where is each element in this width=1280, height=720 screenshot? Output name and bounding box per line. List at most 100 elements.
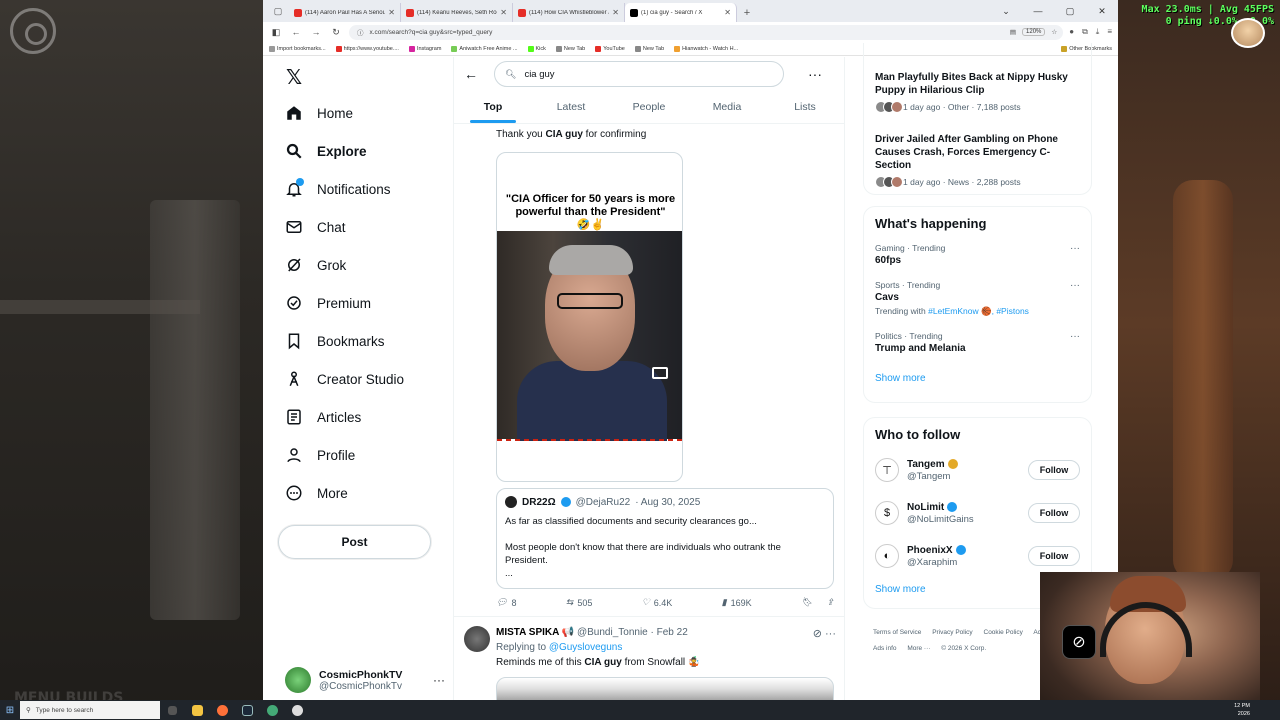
browser-tab-active[interactable]: (1) cia guy - Search / X ✕ — [625, 3, 737, 22]
nav-home[interactable]: Home — [285, 97, 353, 129]
reply-button[interactable]: 💬︎ 8 — [496, 597, 516, 608]
back-arrow-icon[interactable]: ← — [464, 66, 478, 82]
tweet-image[interactable] — [496, 677, 834, 702]
repost-icon: ⇆ — [565, 597, 574, 607]
x-logo-icon[interactable]: 𝕏 — [286, 65, 302, 89]
chrome-icon[interactable] — [260, 700, 285, 720]
views-button[interactable]: ▮ 169K — [722, 597, 752, 608]
tab-latest[interactable]: Latest — [532, 91, 610, 123]
bookmark-item[interactable]: Kick — [527, 45, 546, 52]
zoom-level[interactable]: 120% — [1022, 28, 1046, 36]
video-progress[interactable] — [497, 439, 682, 441]
follow-button[interactable]: Follow — [1028, 460, 1080, 480]
nav-explore[interactable]: Explore — [285, 135, 367, 167]
bookmark-item[interactable]: Hianwatch - Watch H... — [674, 45, 738, 52]
browser-tab[interactable]: (114) Keanu Reeves, Seth Rogen✕ — [401, 3, 513, 22]
maximize-button[interactable]: ▢ — [1054, 0, 1086, 22]
tweet-video[interactable]: "CIA Officer for 50 years is more powerf… — [496, 152, 683, 482]
nav-profile[interactable]: Profile — [285, 439, 355, 471]
close-window-button[interactable]: ✕ — [1086, 0, 1118, 22]
picture-in-picture-icon[interactable] — [652, 367, 668, 379]
follow-button[interactable]: Follow — [1028, 546, 1080, 566]
trend-more-icon[interactable]: ··· — [1070, 243, 1080, 254]
nav-premium[interactable]: Premium — [285, 287, 371, 319]
search-input[interactable]: 🔍︎ cia guy — [494, 61, 784, 87]
new-tab-button[interactable]: + — [737, 7, 757, 22]
nav-creator-studio[interactable]: Creator Studio — [285, 363, 404, 395]
extensions-icon[interactable]: ⧉ — [1082, 27, 1088, 37]
bookmark-icon[interactable]: 🔖︎ — [801, 597, 812, 608]
close-tab-icon[interactable]: ✕ — [500, 8, 507, 17]
minimize-button[interactable]: — — [1022, 0, 1054, 22]
tab-media[interactable]: Media — [688, 91, 766, 123]
follow-button[interactable]: Follow — [1028, 503, 1080, 523]
nav-bookmarks[interactable]: Bookmarks — [285, 325, 385, 357]
site-info-icon[interactable]: ⓘ — [357, 27, 364, 37]
address-bar[interactable]: ⓘ x.com/search?q=cia guy&src=typed_query… — [349, 24, 1064, 40]
nav-notifications[interactable]: Notifications — [285, 173, 391, 205]
bookmark-item[interactable]: https://www.youtube.... — [335, 45, 399, 52]
browser-tab[interactable]: (114) How CIA Whistleblower J ✕ — [513, 3, 625, 22]
nav-chat[interactable]: Chat — [285, 211, 346, 243]
download-icon[interactable]: ⤓ — [1096, 27, 1100, 37]
close-tab-icon[interactable]: ✕ — [388, 8, 395, 17]
browser-tab[interactable]: (114) Aaron Paul Has A Serious ✕ — [289, 3, 401, 22]
verified-icon — [947, 502, 958, 512]
obs-icon[interactable] — [285, 700, 310, 720]
search-options-icon[interactable]: ··· — [808, 66, 822, 82]
mention-link[interactable]: @Guysloveguns — [549, 642, 623, 653]
trend-item[interactable]: Sports · Trending Cavs Trending with #Le… — [875, 280, 1080, 317]
star-icon[interactable]: ☆ — [1051, 28, 1063, 36]
tab-actions-icon[interactable]: ▢ — [267, 0, 289, 22]
trend-more-icon[interactable]: ··· — [1070, 280, 1080, 291]
share-icon[interactable]: ⇪ — [826, 597, 834, 608]
windows-start-icon[interactable]: ⊞ — [0, 700, 20, 720]
menu-icon[interactable]: ≡ — [1107, 27, 1112, 37]
follow-suggestion[interactable]: ⊤ Tangem @Tangem Follow — [875, 452, 1080, 488]
trend-item[interactable]: Politics · Trending Trump and Melania ··… — [875, 331, 1080, 354]
firefox-icon[interactable] — [210, 700, 235, 720]
bookmark-item[interactable]: YouTube — [595, 45, 625, 52]
grok-icon[interactable]: ⊘ — [1062, 625, 1096, 659]
trend-item[interactable]: Gaming · Trending 60fps ··· — [875, 243, 1080, 266]
show-more-link[interactable]: Show more — [875, 373, 1080, 384]
bookmark-item[interactable]: Import bookmarks... — [269, 45, 326, 52]
reader-icon[interactable]: ▤ — [1010, 28, 1016, 36]
close-tab-icon[interactable]: ✕ — [612, 8, 619, 17]
nav-articles[interactable]: Articles — [285, 401, 361, 433]
file-explorer-icon[interactable] — [185, 700, 210, 720]
post-button[interactable]: Post — [278, 525, 431, 559]
task-view-icon[interactable] — [160, 700, 185, 720]
news-item[interactable]: Man Playfully Bites Back at Nippy Husky … — [875, 71, 1080, 113]
more-dots-icon[interactable]: ··· — [433, 673, 445, 687]
forward-icon[interactable]: → — [309, 27, 323, 37]
repost-button[interactable]: ⇆ 505 — [566, 597, 593, 608]
url-text[interactable]: x.com/search?q=cia guy&src=typed_query — [370, 29, 493, 36]
nav-grok[interactable]: Grok — [285, 249, 346, 281]
tab-lists[interactable]: Lists — [766, 91, 844, 123]
bookmark-item[interactable]: Aniwatch Free Anime ... — [451, 45, 518, 52]
account-switcher[interactable]: CosmicPhonkTV @CosmicPhonkTv ··· — [285, 667, 445, 693]
close-tab-icon[interactable]: ✕ — [724, 8, 731, 17]
bookmark-item[interactable]: Instagram — [408, 45, 441, 52]
x-page: 𝕏 Home Explore Notifications Chat Grok P… — [263, 43, 1118, 702]
news-item[interactable]: Driver Jailed After Gambling on Phone Ca… — [875, 133, 1080, 188]
back-icon[interactable]: ← — [289, 27, 303, 37]
tab-top[interactable]: Top — [454, 91, 532, 123]
vpn-icon[interactable]: ● — [1069, 27, 1074, 37]
tab-people[interactable]: People — [610, 91, 688, 123]
follow-suggestion[interactable]: ◐ PhoenixX @Xaraphim Follow — [875, 538, 1080, 574]
reload-icon[interactable]: ↻ — [329, 27, 343, 38]
bookmark-item[interactable]: New Tab — [555, 45, 585, 52]
bookmark-item[interactable]: New Tab — [634, 45, 664, 52]
sidebar-toggle-icon[interactable]: ◧ — [269, 27, 283, 38]
follow-suggestion[interactable]: $ NoLimit @NoLimitGains Follow — [875, 495, 1080, 531]
tweet-more-icon[interactable]: ⊘ ··· — [813, 627, 836, 640]
quoted-tweet[interactable]: DR22Ω @DejaRu22 · Aug 30, 2025 As far as… — [496, 488, 834, 589]
tab-list-icon[interactable]: ⌄ — [990, 0, 1022, 22]
taskbar-search[interactable]: ⚲ Type here to search — [20, 701, 160, 719]
like-button[interactable]: ♡ 6.4K — [642, 597, 673, 608]
trend-more-icon[interactable]: ··· — [1070, 331, 1080, 342]
nav-more[interactable]: More — [285, 477, 348, 509]
steam-icon[interactable] — [235, 700, 260, 720]
